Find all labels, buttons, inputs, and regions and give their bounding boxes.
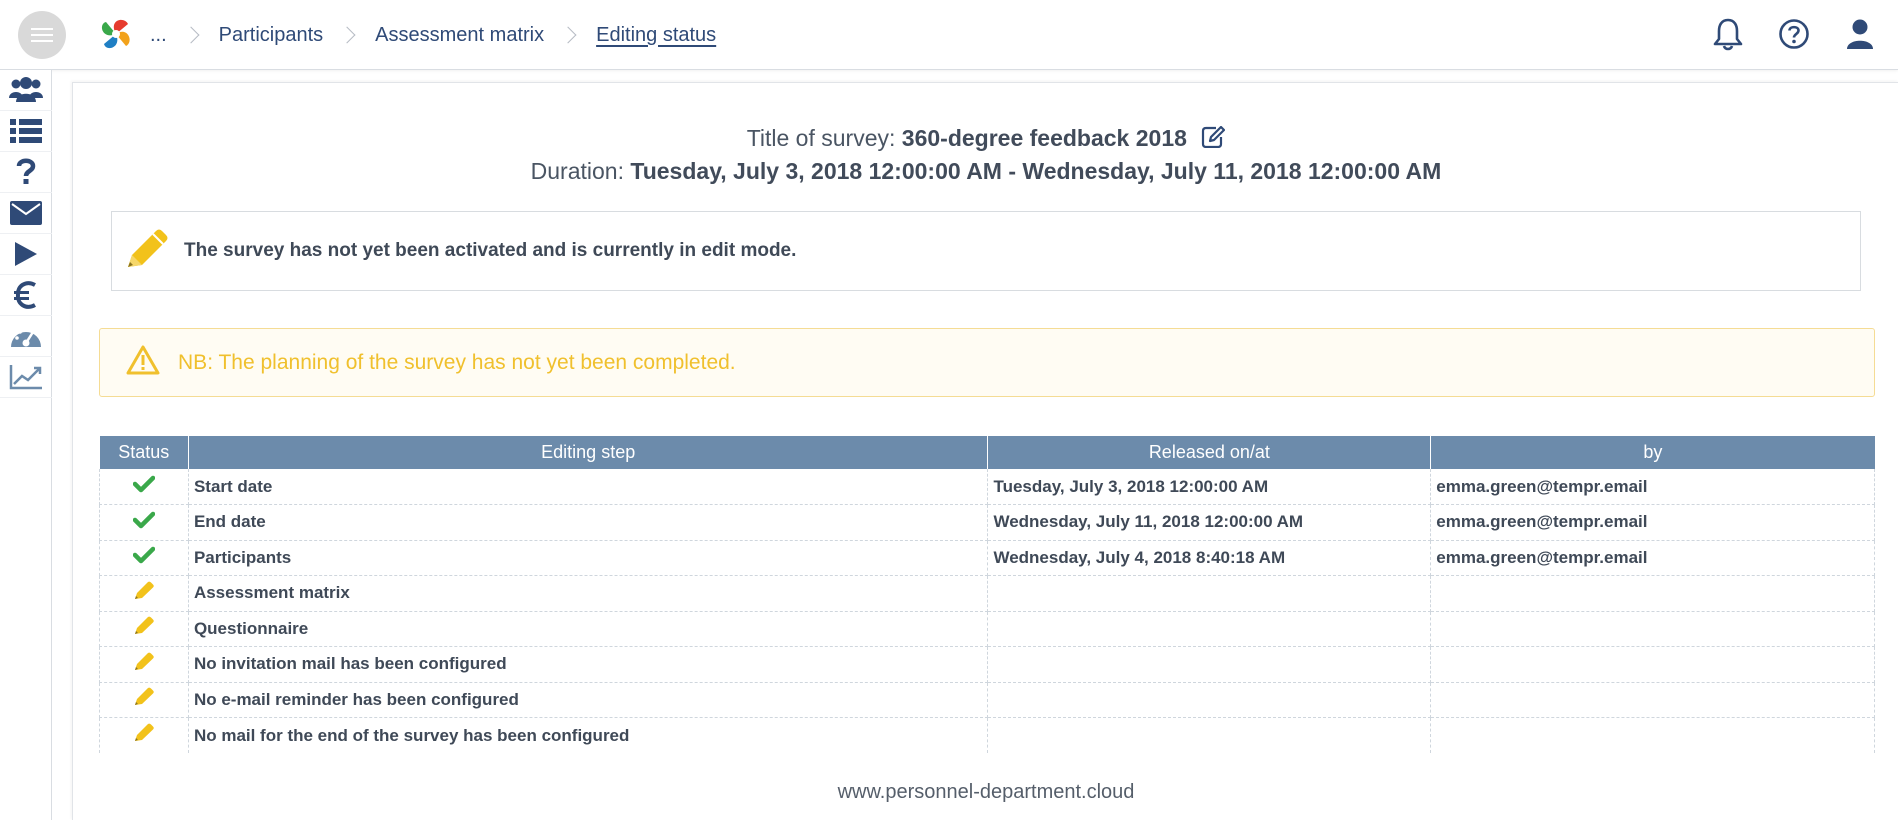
editing-step-cell[interactable]: Questionnaire — [188, 611, 989, 647]
released-cell: Tuesday, July 3, 2018 12:00:00 AM — [987, 469, 1432, 505]
table-row: No e-mail reminder has been configured — [99, 682, 1875, 718]
header-by[interactable]: by — [1430, 436, 1875, 469]
warning-message: : The planning of the survey has not yet… — [207, 350, 736, 374]
pencil-icon — [133, 723, 155, 747]
released-cell — [987, 682, 1432, 718]
status-cell — [99, 717, 189, 753]
pencil-icon — [124, 227, 170, 276]
survey-duration-label: Duration: — [530, 158, 624, 184]
main-panel: Title of survey: 360-degree feedback 201… — [72, 82, 1898, 820]
top-icons — [1708, 14, 1880, 54]
table-row: No invitation mail has been configured — [99, 646, 1875, 683]
pencil-icon — [133, 581, 155, 605]
status-cell — [99, 682, 189, 718]
user-icon[interactable] — [1840, 14, 1880, 54]
sidebar — [0, 70, 52, 820]
released-cell — [987, 646, 1432, 683]
table-header-row: Status Editing step Released on/at by — [99, 436, 1875, 469]
breadcrumb-assessment-matrix[interactable]: Assessment matrix — [375, 24, 544, 47]
warning-triangle-icon — [126, 345, 160, 380]
header-released-on-at[interactable]: Released on/at — [987, 436, 1432, 469]
table-row: Questionnaire — [99, 611, 1875, 647]
survey-title-line: Title of survey: 360-degree feedback 201… — [73, 125, 1898, 154]
breadcrumb-editing-status[interactable]: Editing status — [596, 24, 716, 47]
breadcrumb: ... Participants Assessment matrix Editi… — [150, 0, 716, 70]
by-cell — [1430, 646, 1875, 683]
pencil-icon — [133, 652, 155, 676]
status-cell — [99, 575, 189, 612]
survey-title-value: 360-degree feedback 2018 — [901, 125, 1187, 151]
table-body: Start date Tuesday, July 3, 2018 12:00:00… — [99, 469, 1875, 753]
survey-title-label: Title of survey: — [746, 125, 896, 151]
editing-step-cell[interactable]: Assessment matrix — [188, 575, 989, 612]
play-icon[interactable] — [0, 234, 52, 275]
table-row: End date Wednesday, July 11, 2018 12:00:0… — [99, 504, 1875, 541]
breadcrumb-participants[interactable]: Participants — [219, 24, 324, 47]
bell-icon[interactable] — [1708, 14, 1748, 54]
by-cell: emma.green@tempr.email — [1430, 469, 1875, 505]
footer-url[interactable]: www.personnel-department.cloud — [73, 781, 1898, 804]
help-icon[interactable] — [1774, 14, 1814, 54]
by-cell — [1430, 682, 1875, 718]
checkmark-icon — [132, 511, 156, 533]
header-editing-step[interactable]: Editing step — [188, 436, 989, 469]
status-cell — [99, 504, 189, 541]
survey-duration-value: Tuesday, July 3, 2018 12:00:00 AM - Wedn… — [630, 158, 1442, 184]
editing-step-cell[interactable]: Start date — [188, 469, 989, 505]
by-cell — [1430, 611, 1875, 647]
released-cell — [987, 575, 1432, 612]
breadcrumb-ellipsis[interactable]: ... — [150, 24, 167, 47]
header-status[interactable]: Status — [99, 436, 189, 469]
chevron-right-icon — [338, 26, 356, 44]
status-cell — [99, 646, 189, 683]
table-row: Participants Wednesday, July 4, 2018 8:40… — [99, 540, 1875, 576]
editing-step-cell[interactable]: End date — [188, 504, 989, 541]
edit-title-icon[interactable] — [1201, 125, 1226, 154]
released-cell — [987, 611, 1432, 647]
top-bar: ... Participants Assessment matrix Editi… — [0, 0, 1898, 70]
edit-mode-message: The survey has not yet been activated an… — [184, 240, 797, 261]
status-cell — [99, 611, 189, 647]
table-row: Start date Tuesday, July 3, 2018 12:00:00… — [99, 469, 1875, 505]
pencil-icon — [133, 616, 155, 640]
by-cell: emma.green@tempr.email — [1430, 540, 1875, 576]
by-cell — [1430, 575, 1875, 612]
status-cell — [99, 540, 189, 576]
editing-step-cell[interactable]: No invitation mail has been configured — [188, 646, 989, 683]
chart-line-icon[interactable] — [0, 357, 52, 398]
hamburger-menu-button[interactable] — [18, 11, 66, 59]
planning-warning: NB: The planning of the survey has not y… — [99, 328, 1875, 397]
users-icon[interactable] — [0, 70, 52, 111]
warning-label: NB — [178, 350, 208, 374]
checkmark-icon — [132, 475, 156, 497]
checkmark-icon — [132, 547, 156, 568]
released-cell: Wednesday, July 4, 2018 8:40:18 AM — [987, 540, 1432, 576]
by-cell — [1430, 717, 1875, 753]
euro-icon[interactable] — [0, 275, 52, 316]
app-logo[interactable] — [94, 12, 138, 56]
dashboard-icon[interactable] — [0, 316, 52, 357]
by-cell: emma.green@tempr.email — [1430, 504, 1875, 541]
table-row: Assessment matrix — [99, 575, 1875, 612]
table-row: No mail for the end of the survey has be… — [99, 717, 1875, 753]
released-cell — [987, 717, 1432, 753]
list-icon[interactable] — [0, 111, 52, 152]
warning-text: NB: The planning of the survey has not y… — [178, 351, 736, 375]
status-cell — [99, 469, 189, 505]
question-icon[interactable] — [0, 152, 52, 193]
released-cell: Wednesday, July 11, 2018 12:00:00 AM — [987, 504, 1432, 541]
editing-steps-table: Status Editing step Released on/at by St… — [99, 436, 1875, 753]
chevron-right-icon — [559, 26, 577, 44]
editing-step-cell[interactable]: Participants — [188, 540, 989, 576]
editing-step-cell[interactable]: No mail for the end of the survey has be… — [188, 717, 989, 753]
pencil-icon — [133, 687, 155, 711]
envelope-icon[interactable] — [0, 193, 52, 234]
survey-duration-line: Duration: Tuesday, July 3, 2018 12:00:00… — [73, 158, 1898, 185]
editing-step-cell[interactable]: No e-mail reminder has been configured — [188, 682, 989, 718]
edit-mode-notice: The survey has not yet been activated an… — [111, 211, 1861, 291]
chevron-right-icon — [182, 26, 200, 44]
